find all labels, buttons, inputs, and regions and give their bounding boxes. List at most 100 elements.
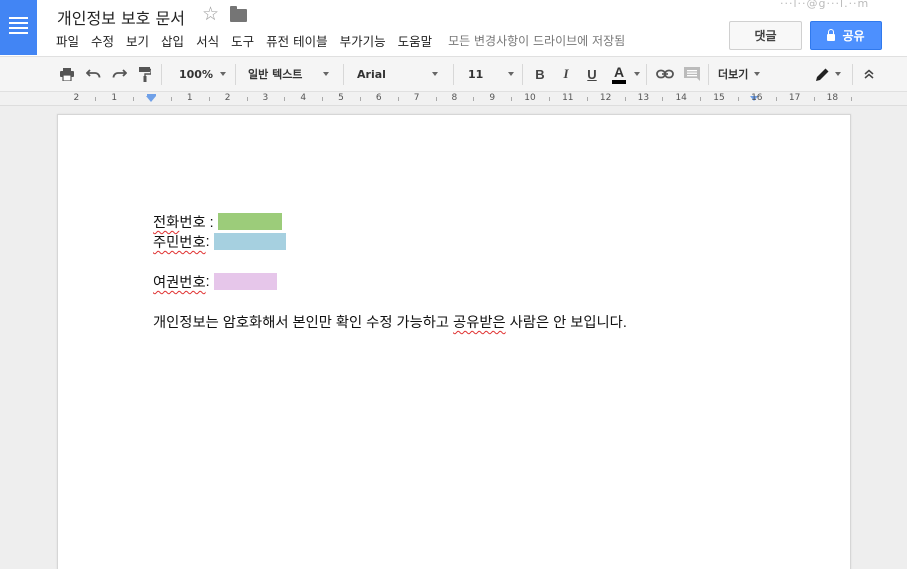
ruler-number: 14 <box>675 93 687 103</box>
font-chevron-down-icon <box>432 72 438 76</box>
share-button[interactable]: 공유 <box>810 21 882 50</box>
ruler-tick <box>586 97 588 101</box>
notice-text-b: 공유받은 <box>453 315 506 331</box>
menu-addons[interactable]: 부가기능 <box>334 31 392 50</box>
font-value: Arial <box>357 67 386 81</box>
document-title[interactable]: 개인정보 보호 문서 <box>57 5 185 29</box>
more-dropdown[interactable]: 더보기 <box>718 57 768 91</box>
save-status[interactable]: 모든 변경사항이 드라이브에 저장됨 <box>448 32 625 49</box>
underline-button[interactable]: U <box>582 57 602 91</box>
passport-label-a: 여권번호 <box>153 275 206 291</box>
ruler-number: 3 <box>262 93 269 103</box>
share-button-label: 공유 <box>842 29 865 43</box>
ruler-number: 13 <box>637 93 650 103</box>
menu-tools[interactable]: 도구 <box>225 31 260 50</box>
font-size-chevron-down-icon <box>508 72 514 76</box>
ruler-tick <box>662 97 664 101</box>
comment-icon[interactable] <box>681 57 703 91</box>
ruler-tick <box>473 97 475 101</box>
text-color-label: A <box>611 64 627 84</box>
undo-icon[interactable] <box>82 57 104 91</box>
ruler-number: 11 <box>562 93 574 103</box>
ruler-tick <box>284 97 286 101</box>
docs-menu-icon[interactable] <box>0 0 37 55</box>
ruler-number: 15 <box>713 93 725 103</box>
redo-icon[interactable] <box>108 57 130 91</box>
folder-icon[interactable] <box>230 6 247 22</box>
ruler-number: 5 <box>338 93 344 103</box>
ruler-number: 2 <box>224 93 231 103</box>
print-icon[interactable] <box>56 57 78 91</box>
ruler-number: 18 <box>826 93 839 103</box>
ruler-tick <box>435 97 437 101</box>
more-chevron-down-icon <box>754 72 760 76</box>
account-email[interactable]: ···l··@g···l.··m <box>780 0 869 10</box>
link-icon[interactable] <box>654 57 676 91</box>
comment-button[interactable]: 댓글 <box>729 21 802 50</box>
ruler-number: 2 <box>73 93 80 103</box>
passport-line: 여권번호 : <box>153 271 277 292</box>
rrn-label-a: 주민번호 <box>153 235 206 251</box>
menu-fusion-table[interactable]: 퓨전 테이블 <box>260 31 333 50</box>
ruler-tick <box>624 97 626 101</box>
ruler-number: 8 <box>451 93 458 103</box>
document-page[interactable]: 전화 번호 : 주민번호 : 여권번호 : 개인정보는 암호화해서 본인만 확인… <box>57 114 851 569</box>
left-indent-marker[interactable] <box>146 96 156 102</box>
menu-edit[interactable]: 수정 <box>85 31 120 50</box>
ruler-tick <box>170 97 172 101</box>
ruler-tick <box>548 97 550 101</box>
ruler-number: 1 <box>111 93 118 103</box>
phone-line: 전화 번호 : <box>153 211 282 232</box>
ruler-tick <box>322 97 324 101</box>
menu-view[interactable]: 보기 <box>120 31 155 50</box>
ruler-tick <box>359 97 361 101</box>
style-chevron-down-icon <box>323 72 329 76</box>
passport-label-b: : <box>205 273 210 290</box>
ruler-tick <box>737 97 739 101</box>
zoom-value: 100% <box>179 67 213 81</box>
ruler-tick <box>246 97 248 101</box>
star-icon[interactable]: ☆ <box>202 3 219 25</box>
ruler-number: 12 <box>599 93 612 103</box>
menu-insert[interactable]: 삽입 <box>155 31 190 50</box>
rrn-line: 주민번호 : <box>153 231 286 252</box>
font-size-dropdown[interactable]: 11 <box>468 57 508 91</box>
editing-mode-chevron-down-icon <box>835 72 841 76</box>
lock-icon <box>827 29 836 41</box>
menu-format[interactable]: 서식 <box>190 31 225 50</box>
ruler-tick <box>208 97 210 101</box>
phone-label-b: 번호 : <box>179 215 214 231</box>
ruler-tick <box>700 97 702 101</box>
ruler-tick <box>397 97 399 101</box>
menu-bar: 파일 수정 보기 삽입 서식 도구 퓨전 테이블 부가기능 도움말 모든 변경사… <box>50 31 625 49</box>
ruler-tick <box>851 97 853 101</box>
rrn-redaction-block <box>213 233 286 250</box>
ruler-tick <box>775 97 777 101</box>
chevron-up-icon[interactable] <box>860 57 878 91</box>
ruler-number: 6 <box>375 93 382 103</box>
notice-line: 개인정보는 암호화해서 본인만 확인 수정 가능하고 공유받은 사람은 안 보입… <box>153 311 627 332</box>
toolbar: 100% 일반 텍스트 Arial 11 B I U A 더보기 <box>0 56 907 92</box>
menu-help[interactable]: 도움말 <box>392 31 439 50</box>
ruler-number: 1 <box>186 93 193 103</box>
ruler-number: 4 <box>300 93 307 103</box>
text-color-button[interactable]: A <box>608 57 630 91</box>
ruler-number: 10 <box>524 93 536 103</box>
italic-button[interactable]: I <box>556 57 576 91</box>
ruler-tick <box>813 97 815 101</box>
rrn-label-b: : <box>205 233 210 250</box>
ruler-number: 7 <box>413 93 420 103</box>
font-size-value: 11 <box>468 67 484 81</box>
ruler-number: 16 <box>751 93 763 103</box>
app-header: 개인정보 보호 문서 ☆ ···l··@g···l.··m 파일 수정 보기 삽… <box>0 0 907 56</box>
paint-format-icon[interactable] <box>134 57 156 91</box>
more-label: 더보기 <box>718 68 749 81</box>
text-color-chevron-down-icon <box>634 72 640 76</box>
notice-text-c: 사람은 안 보입니다. <box>505 315 627 331</box>
ruler-tick <box>133 97 135 101</box>
ruler-tick <box>511 97 513 101</box>
menu-file[interactable]: 파일 <box>50 31 85 50</box>
ruler[interactable]: 2 1 1 2 3 4 5 6 7 8 9 10 11 12 13 14 15 16 17 18 <box>0 92 907 106</box>
bold-button[interactable]: B <box>530 57 550 91</box>
pencil-icon[interactable] <box>812 57 832 91</box>
